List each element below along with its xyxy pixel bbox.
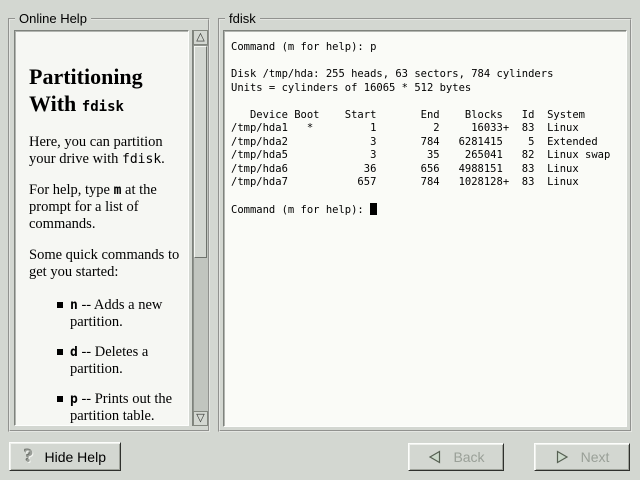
back-arrow-icon <box>427 450 442 464</box>
command-key: p <box>70 392 78 407</box>
next-arrow-icon <box>555 450 570 464</box>
help-text-area: Partitioning With fdisk Here, you can pa… <box>14 30 189 426</box>
command-key: d <box>70 345 78 360</box>
command-desc: -- Prints out the partition table. <box>70 391 172 424</box>
help-p1-code: fdisk <box>122 152 161 167</box>
command-desc: -- Adds a new partition. <box>70 297 162 330</box>
terminal-output: Command (m for help): p Disk /tmp/hda: 2… <box>231 41 626 218</box>
list-item: n -- Adds a new partition. <box>57 297 189 331</box>
list-item: p -- Prints out the partition table. <box>57 391 189 425</box>
help-p2-text: For help, type <box>29 182 114 198</box>
bullet-icon <box>57 349 63 355</box>
quick-commands-list: n -- Adds a new partition. d -- Deletes … <box>57 297 182 425</box>
help-paragraph-2: For help, type m at the prompt for a lis… <box>29 182 187 233</box>
command-desc: -- Deletes a partition. <box>70 344 148 377</box>
scroll-up-icon[interactable]: △ <box>193 30 208 45</box>
hide-help-label: Hide Help <box>45 449 106 465</box>
bullet-icon <box>57 302 63 308</box>
scrollbar-track[interactable] <box>193 45 208 411</box>
back-label: Back <box>453 449 484 465</box>
back-button[interactable]: Back <box>408 443 504 471</box>
list-item: d -- Deletes a partition. <box>57 344 189 378</box>
online-help-frame-label: Online Help <box>15 11 91 26</box>
hide-help-button[interactable]: ? Hide Help <box>9 442 121 471</box>
help-title: Partitioning With fdisk <box>29 63 187 121</box>
next-label: Next <box>581 449 610 465</box>
help-paragraph-3: Some quick commands to get you started: <box>29 247 187 281</box>
help-p1-period: . <box>161 151 165 167</box>
terminal-cursor <box>370 203 377 215</box>
help-paragraph-1: Here, you can partition your drive with … <box>29 134 187 168</box>
fdisk-terminal[interactable]: Command (m for help): p Disk /tmp/hda: 2… <box>223 30 627 427</box>
next-button[interactable]: Next <box>534 443 630 471</box>
question-mark-icon: ? <box>24 447 34 466</box>
help-title-code: fdisk <box>82 99 124 115</box>
bullet-icon <box>57 396 63 402</box>
terminal-text: Command (m for help): p Disk /tmp/hda: 2… <box>231 41 610 216</box>
command-key: n <box>70 298 78 313</box>
help-scrollbar[interactable]: △ ▽ <box>192 30 208 426</box>
scroll-down-icon[interactable]: ▽ <box>193 411 208 426</box>
help-content: Partitioning With fdisk Here, you can pa… <box>15 31 188 425</box>
installer-window: { "colors": { "window_bg": "#d3d7d1", "h… <box>0 0 640 480</box>
scrollbar-thumb[interactable] <box>194 46 207 258</box>
fdisk-frame-label: fdisk <box>225 11 260 26</box>
fdisk-panel: fdisk Command (m for help): p Disk /tmp/… <box>218 18 632 432</box>
online-help-panel: Online Help Partitioning With fdisk Here… <box>8 18 210 432</box>
